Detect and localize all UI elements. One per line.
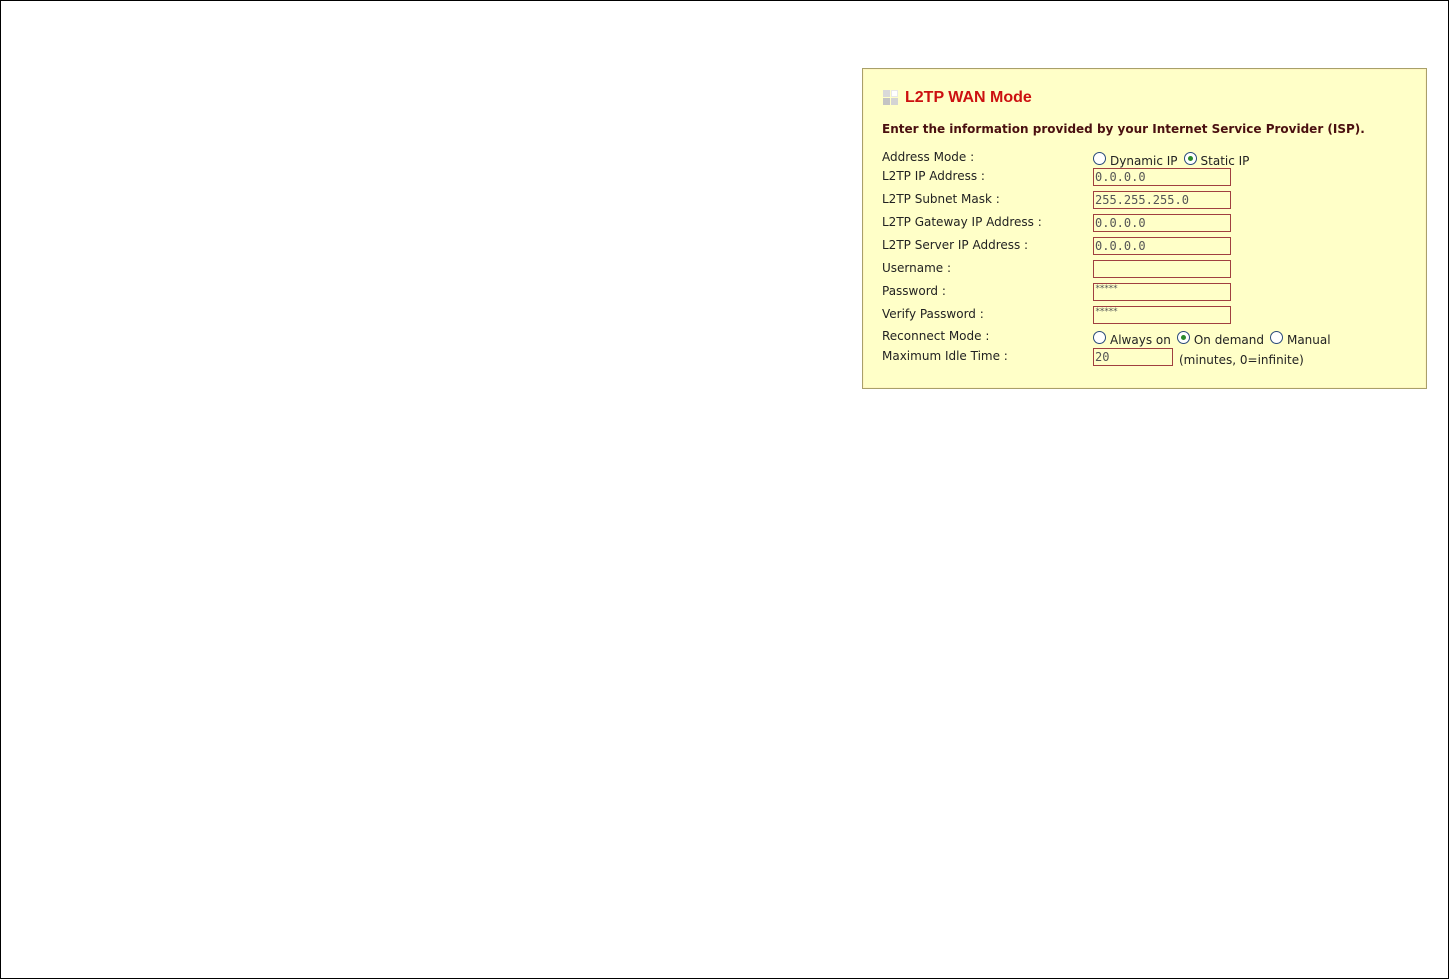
always-on-label[interactable]: Always on	[1110, 327, 1171, 347]
ip-address-input[interactable]: 0.0.0.0	[1093, 168, 1231, 186]
address-mode-label: Address Mode :	[882, 150, 975, 164]
reconnect-mode-radio-group: Always on On demand Manual	[1093, 327, 1337, 347]
password-row: Password : *****	[882, 282, 1422, 302]
grid-icon	[883, 90, 899, 106]
idle-time-hint: (minutes, 0=infinite)	[1179, 353, 1304, 367]
panel-header: L2TP WAN Mode	[883, 88, 1032, 108]
subnet-mask-label: L2TP Subnet Mask :	[882, 192, 1000, 206]
server-ip-input[interactable]: 0.0.0.0	[1093, 237, 1231, 255]
ip-address-label: L2TP IP Address :	[882, 169, 985, 183]
password-label: Password :	[882, 284, 946, 298]
l2tp-wan-panel: L2TP WAN Mode Enter the information prov…	[862, 68, 1427, 389]
reconnect-mode-label: Reconnect Mode :	[882, 329, 990, 343]
static-ip-label[interactable]: Static IP	[1201, 148, 1250, 168]
panel-title: L2TP WAN Mode	[905, 89, 1032, 106]
static-ip-radio[interactable]	[1183, 152, 1197, 165]
always-on-radio[interactable]	[1093, 331, 1106, 344]
dynamic-ip-label[interactable]: Dynamic IP	[1110, 148, 1178, 168]
username-label: Username :	[882, 261, 952, 275]
subnet-mask-row: L2TP Subnet Mask : 255.255.255.0	[882, 190, 1422, 210]
subnet-mask-input[interactable]: 255.255.255.0	[1093, 191, 1231, 209]
username-input[interactable]	[1093, 260, 1231, 278]
server-ip-row: L2TP Server IP Address : 0.0.0.0	[882, 236, 1422, 256]
username-row: Username :	[882, 259, 1422, 279]
reconnect-mode-row: Reconnect Mode : Always on On demand Man…	[882, 327, 1422, 347]
ip-address-row: L2TP IP Address : 0.0.0.0	[882, 167, 1422, 187]
panel-intro: Enter the information provided by your I…	[882, 122, 1365, 136]
dynamic-ip-radio[interactable]	[1093, 152, 1106, 165]
gateway-ip-label: L2TP Gateway IP Address :	[882, 215, 1042, 229]
manual-label[interactable]: Manual	[1287, 327, 1331, 347]
server-ip-label: L2TP Server IP Address :	[882, 238, 1029, 252]
idle-time-label: Maximum Idle Time :	[882, 349, 1008, 363]
verify-password-label: Verify Password :	[882, 307, 984, 321]
gateway-ip-input[interactable]: 0.0.0.0	[1093, 214, 1231, 232]
idle-time-input[interactable]: 20	[1093, 348, 1173, 366]
password-input[interactable]: *****	[1093, 283, 1231, 301]
gateway-ip-row: L2TP Gateway IP Address : 0.0.0.0	[882, 213, 1422, 233]
on-demand-radio[interactable]	[1176, 331, 1190, 344]
on-demand-label[interactable]: On demand	[1194, 327, 1264, 347]
manual-radio[interactable]	[1269, 331, 1283, 344]
address-mode-row: Address Mode : Dynamic IP Static IP	[882, 148, 1422, 168]
verify-password-input[interactable]: *****	[1093, 306, 1231, 324]
idle-time-row: Maximum Idle Time : 20 (minutes, 0=infin…	[882, 347, 1422, 367]
address-mode-radio-group: Dynamic IP Static IP	[1093, 148, 1255, 168]
verify-password-row: Verify Password : *****	[882, 305, 1422, 325]
